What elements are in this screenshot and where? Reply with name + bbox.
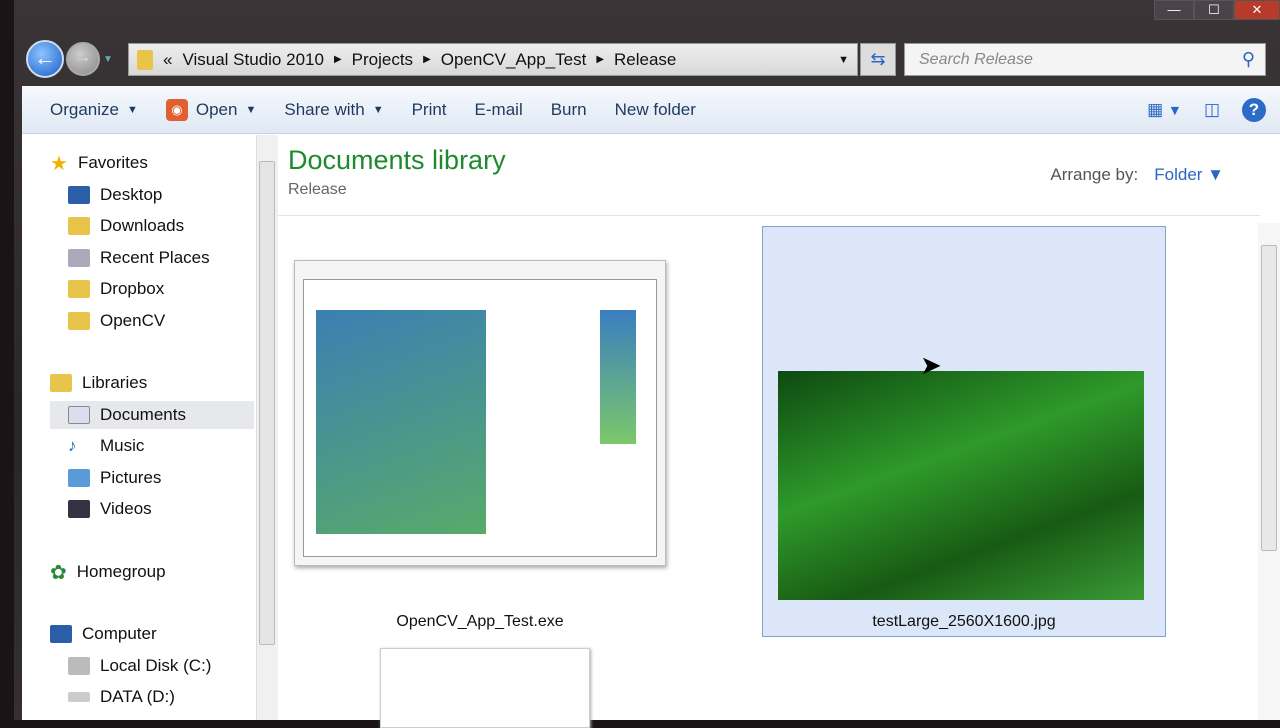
sidebar-item-recent-places[interactable]: Recent Places — [68, 244, 254, 272]
file-item-selected[interactable]: testLarge_2560X1600.jpg — [762, 226, 1166, 637]
arrange-by: Arrange by: Folder ▼ — [1050, 165, 1224, 184]
music-icon: ♪ — [68, 436, 77, 455]
sidebar-computer[interactable]: Computer — [50, 620, 236, 648]
new-folder-button[interactable]: New folder — [615, 100, 696, 120]
sidebar-item-documents[interactable]: Documents — [50, 401, 254, 429]
refresh-button[interactable]: ⇆ — [860, 43, 896, 76]
breadcrumb-projects[interactable]: Projects — [352, 50, 413, 70]
sidebar-item-downloads[interactable]: Downloads — [68, 212, 254, 240]
file-view: Documents library Release Arrange by: Fol… — [278, 135, 1280, 728]
back-button[interactable]: ← — [26, 40, 64, 78]
sidebar-item-dropbox[interactable]: Dropbox — [68, 275, 254, 303]
file-thumbnail-document[interactable] — [380, 648, 590, 728]
mouse-cursor-icon: ➤ — [920, 350, 942, 380]
sidebar-libraries[interactable]: Libraries — [50, 369, 236, 397]
desktop-icon — [68, 186, 90, 204]
preview-pane-icon[interactable]: ◫ — [1204, 100, 1220, 120]
folder-icon — [137, 49, 153, 70]
print-button[interactable]: Print — [412, 100, 447, 120]
file-thumbnail-exe[interactable] — [294, 260, 666, 566]
explorer-window: Organize ▼ ◉ Open ▼ Share with ▼ Print E-mai… — [22, 86, 1280, 728]
documents-icon — [68, 406, 90, 424]
image-thumbnail — [778, 371, 1144, 600]
homegroup-icon: ✿ — [50, 561, 67, 584]
organize-button[interactable]: Organize ▼ — [50, 100, 138, 120]
search-icon[interactable]: ⚲ — [1242, 49, 1255, 70]
recent-places-icon — [68, 249, 90, 267]
folder-icon — [68, 312, 90, 330]
breadcrumb-overflow[interactable]: « — [163, 50, 172, 70]
file-name[interactable]: OpenCV_App_Test.exe — [294, 613, 666, 631]
computer-icon — [50, 625, 72, 643]
share-with-button[interactable]: Share with ▼ — [284, 100, 383, 120]
sidebar-homegroup[interactable]: ✿ Homegroup — [50, 558, 236, 586]
page-subtitle: Release — [288, 181, 347, 198]
help-icon[interactable]: ? — [1242, 97, 1266, 122]
arrange-by-dropdown[interactable]: Folder ▼ — [1154, 165, 1224, 184]
open-button[interactable]: ◉ Open ▼ — [165, 98, 256, 121]
maximize-button[interactable]: ☐ — [1194, 0, 1234, 20]
libraries-icon — [50, 374, 72, 392]
file-name: testLarge_2560X1600.jpg — [872, 613, 1056, 630]
breadcrumb-visual-studio[interactable]: Visual Studio 2010 — [182, 50, 323, 70]
navigation-scrollbar[interactable] — [256, 135, 278, 720]
close-button[interactable]: ✕ — [1234, 0, 1280, 20]
search-placeholder: Search Release — [919, 50, 1033, 68]
sidebar-item-local-disk-c[interactable]: Local Disk (C:) — [68, 652, 254, 680]
sidebar-item-opencv[interactable]: OpenCV — [68, 307, 254, 335]
pictures-icon — [68, 469, 90, 487]
drive-icon — [68, 692, 90, 702]
file-view-scrollbar[interactable] — [1258, 223, 1280, 720]
address-bar[interactable]: « Visual Studio 2010 ▶ Projects ▶ OpenCV_A… — [128, 43, 858, 76]
change-view-icon[interactable]: ▦ ▼ — [1147, 100, 1182, 120]
folder-icon — [68, 280, 90, 298]
email-button[interactable]: E-mail — [475, 100, 523, 120]
sidebar-item-data-d[interactable]: DATA (D:) — [68, 683, 254, 711]
command-bar: Organize ▼ ◉ Open ▼ Share with ▼ Print E-mai… — [22, 86, 1280, 134]
burn-button[interactable]: Burn — [551, 100, 587, 120]
videos-icon — [68, 500, 90, 518]
page-title: Documents library — [288, 145, 506, 175]
breadcrumb-release[interactable]: Release — [614, 50, 676, 70]
recent-pages-dropdown[interactable]: ▼ — [103, 54, 113, 65]
search-input[interactable]: Search Release ⚲ — [904, 43, 1266, 76]
sidebar-item-pictures[interactable]: Pictures — [68, 464, 254, 492]
minimize-button[interactable]: — — [1154, 0, 1194, 20]
sidebar-favorites[interactable]: ★ Favorites — [50, 149, 236, 177]
forward-button[interactable]: → — [66, 42, 100, 76]
sidebar-item-desktop[interactable]: Desktop — [68, 181, 254, 209]
breadcrumb-opencv-app-test[interactable]: OpenCV_App_Test — [441, 50, 587, 70]
star-icon: ★ — [50, 152, 68, 175]
open-app-icon: ◉ — [165, 98, 188, 121]
downloads-icon — [68, 217, 90, 235]
sidebar-item-music[interactable]: ♪ Music — [68, 432, 254, 460]
sidebar-item-videos[interactable]: Videos — [68, 495, 254, 523]
chevron-down-icon[interactable]: ▼ — [838, 54, 849, 66]
navigation-pane: ★ Favorites Desktop Downloads Recent Plac… — [22, 135, 256, 720]
drive-icon — [68, 657, 90, 675]
